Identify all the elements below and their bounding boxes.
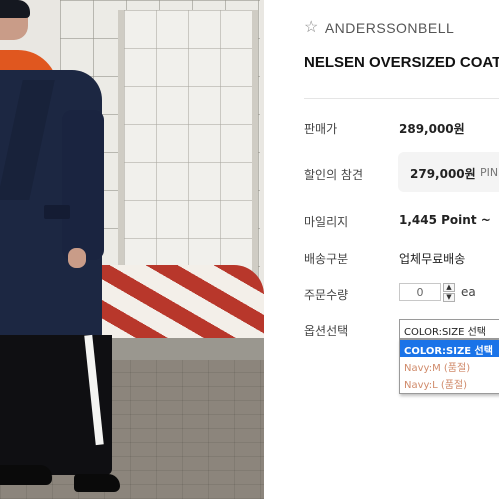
- quantity-down-button[interactable]: ▼: [443, 293, 455, 302]
- divider: [304, 98, 499, 99]
- shipping-value: 업체무료배송: [399, 252, 466, 266]
- option-label: 옵션선택: [304, 324, 349, 338]
- mileage-label: 마일리지: [304, 215, 349, 229]
- option-select-value: COLOR:SIZE 선택: [404, 327, 486, 338]
- brand-name: ANDERSSONBELL: [324, 20, 455, 36]
- shipping-label: 배송구분: [304, 252, 349, 266]
- model-cap: [0, 0, 30, 18]
- photo-barrier: [80, 265, 264, 345]
- product-title: NELSEN OVERSIZED COAT: [304, 54, 499, 71]
- option-select[interactable]: COLOR:SIZE 선택 ⌄: [399, 319, 499, 339]
- model-pocket: [44, 205, 70, 219]
- model-shoe-left: [0, 465, 52, 485]
- quantity-label: 주문수량: [304, 288, 349, 302]
- model-hand: [68, 248, 86, 268]
- model-sleeve: [62, 110, 104, 260]
- coupon-extra: PIN: [480, 166, 499, 179]
- option-item[interactable]: Navy:L (품절): [400, 374, 499, 391]
- quantity-up-button[interactable]: ▲: [443, 283, 455, 292]
- model-shoe-right: [74, 474, 120, 492]
- product-photo: [0, 0, 264, 499]
- coupon-label: 할인의 참견: [304, 168, 364, 182]
- option-dropdown[interactable]: COLOR:SIZE 선택 Navy:M (품절) Navy:L (품절): [399, 339, 499, 394]
- price-label: 판매가: [304, 122, 338, 136]
- mileage-value: 1,445 Point ~: [399, 213, 491, 227]
- quantity-unit: ea: [461, 285, 476, 299]
- quantity-input[interactable]: [399, 283, 441, 301]
- coupon-price: 279,000원: [410, 167, 476, 181]
- option-item[interactable]: COLOR:SIZE 선택: [400, 340, 499, 357]
- price-value: 289,000원: [399, 122, 465, 136]
- quantity-stepper[interactable]: ▲ ▼: [443, 283, 455, 302]
- brand-link[interactable]: ☆ ANDERSSONBELL: [304, 20, 455, 37]
- star-outline-icon[interactable]: ☆: [304, 20, 319, 36]
- option-item[interactable]: Navy:M (품절): [400, 357, 499, 374]
